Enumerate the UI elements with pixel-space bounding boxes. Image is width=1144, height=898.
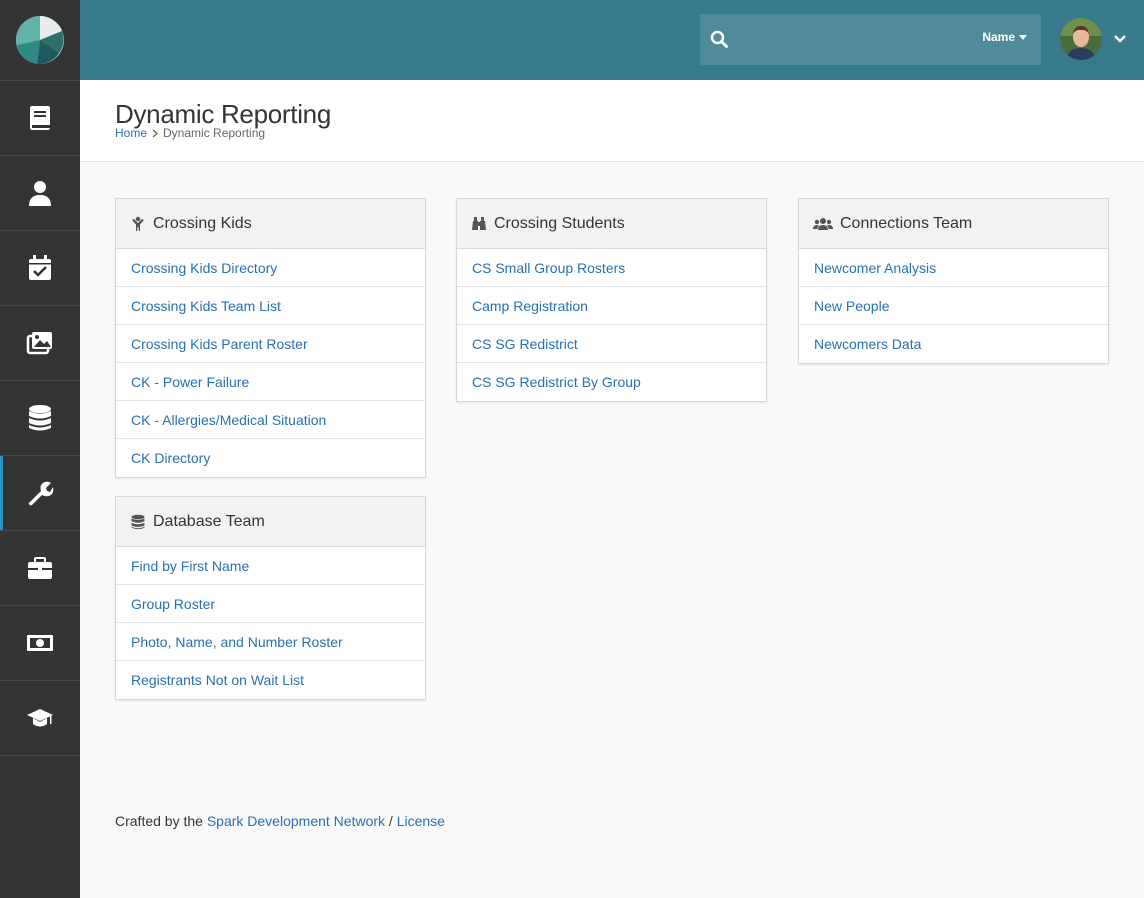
- panel-title: Connections Team: [840, 214, 973, 232]
- report-link[interactable]: Find by First Name: [116, 547, 425, 585]
- footer: Crafted by the Spark Development Network…: [115, 813, 445, 829]
- report-link[interactable]: CK - Power Failure: [116, 363, 425, 401]
- report-link[interactable]: Registrants Not on Wait List: [116, 661, 425, 699]
- wrench-icon: [28, 481, 54, 506]
- report-link[interactable]: CK - Allergies/Medical Situation: [116, 401, 425, 439]
- report-link[interactable]: New People: [799, 287, 1108, 325]
- user-photo: [1060, 18, 1102, 60]
- database-icon: [29, 405, 51, 431]
- rock-logo-icon: [16, 16, 64, 65]
- footer-prefix: Crafted by the: [115, 813, 203, 829]
- report-link[interactable]: CS SG Redistrict: [457, 325, 766, 363]
- panel-heading: Database Team: [116, 497, 425, 547]
- nav-item-calendar[interactable]: [0, 231, 80, 306]
- database-icon: [131, 514, 145, 529]
- page-header: Dynamic Reporting Home Dynamic Reporting: [80, 80, 1144, 162]
- users-icon: [813, 217, 833, 230]
- panel-database-team: Database Team Find by First Name Group R…: [115, 496, 426, 700]
- report-link[interactable]: Camp Registration: [457, 287, 766, 325]
- chevron-right-icon: [152, 128, 159, 138]
- breadcrumb-home[interactable]: Home: [115, 126, 147, 140]
- panel-heading: Crossing Kids: [116, 199, 425, 249]
- panel-crossing-kids: Crossing Kids Crossing Kids Directory Cr…: [115, 198, 426, 478]
- nav-item-jobs[interactable]: [0, 531, 80, 606]
- report-link[interactable]: Photo, Name, and Number Roster: [116, 623, 425, 661]
- caret-down-icon: [1019, 34, 1027, 40]
- nav-item-tools[interactable]: [0, 456, 80, 531]
- panel-heading: Crossing Students: [457, 199, 766, 249]
- report-link[interactable]: CS SG Redistrict By Group: [457, 363, 766, 401]
- report-link[interactable]: CK Directory: [116, 439, 425, 477]
- nav-item-data[interactable]: [0, 381, 80, 456]
- topbar: Name: [80, 0, 1144, 80]
- report-link[interactable]: Crossing Kids Team List: [116, 287, 425, 325]
- nav-item-people[interactable]: [0, 156, 80, 231]
- sidebar: [0, 0, 80, 898]
- images-icon: [26, 332, 52, 355]
- report-link[interactable]: Newcomer Analysis: [799, 249, 1108, 287]
- license-link[interactable]: License: [397, 813, 445, 829]
- breadcrumb: Home Dynamic Reporting: [115, 126, 265, 140]
- search-filter-dropdown[interactable]: Name: [982, 30, 1027, 44]
- panel-connections-team: Connections Team Newcomer Analysis New P…: [798, 198, 1109, 364]
- binoculars-icon: [472, 216, 486, 230]
- breadcrumb-current: Dynamic Reporting: [163, 126, 266, 140]
- spark-link[interactable]: Spark Development Network: [207, 813, 385, 829]
- logo[interactable]: [0, 0, 80, 81]
- panel-title: Crossing Kids: [153, 214, 252, 232]
- report-link[interactable]: Crossing Kids Directory: [116, 249, 425, 287]
- nav-item-finance[interactable]: [0, 606, 80, 681]
- child-icon: [132, 216, 144, 231]
- panel-heading: Connections Team: [799, 199, 1108, 249]
- nav-item-education[interactable]: [0, 681, 80, 756]
- report-link[interactable]: Group Roster: [116, 585, 425, 623]
- panel-title: Database Team: [153, 512, 265, 530]
- user-icon: [29, 181, 51, 206]
- report-link[interactable]: CS Small Group Rosters: [457, 249, 766, 287]
- nav-item-book[interactable]: [0, 81, 80, 156]
- search-icon: [710, 30, 728, 48]
- briefcase-icon: [28, 557, 52, 579]
- avatar[interactable]: [1060, 18, 1102, 60]
- book-icon: [30, 106, 50, 130]
- search-filter-label: Name: [982, 30, 1015, 44]
- report-link[interactable]: Crossing Kids Parent Roster: [116, 325, 425, 363]
- calendar-check-icon: [29, 255, 51, 280]
- footer-separator: /: [388, 813, 393, 829]
- report-link[interactable]: Newcomers Data: [799, 325, 1108, 363]
- money-bill-icon: [27, 635, 53, 651]
- nav-item-media[interactable]: [0, 306, 80, 381]
- panel-title: Crossing Students: [494, 214, 625, 232]
- chevron-down-icon[interactable]: [1113, 32, 1127, 46]
- search-box[interactable]: Name: [700, 14, 1041, 65]
- panel-crossing-students: Crossing Students CS Small Group Rosters…: [456, 198, 767, 402]
- graduation-cap-icon: [27, 709, 53, 727]
- search-input[interactable]: [736, 24, 970, 56]
